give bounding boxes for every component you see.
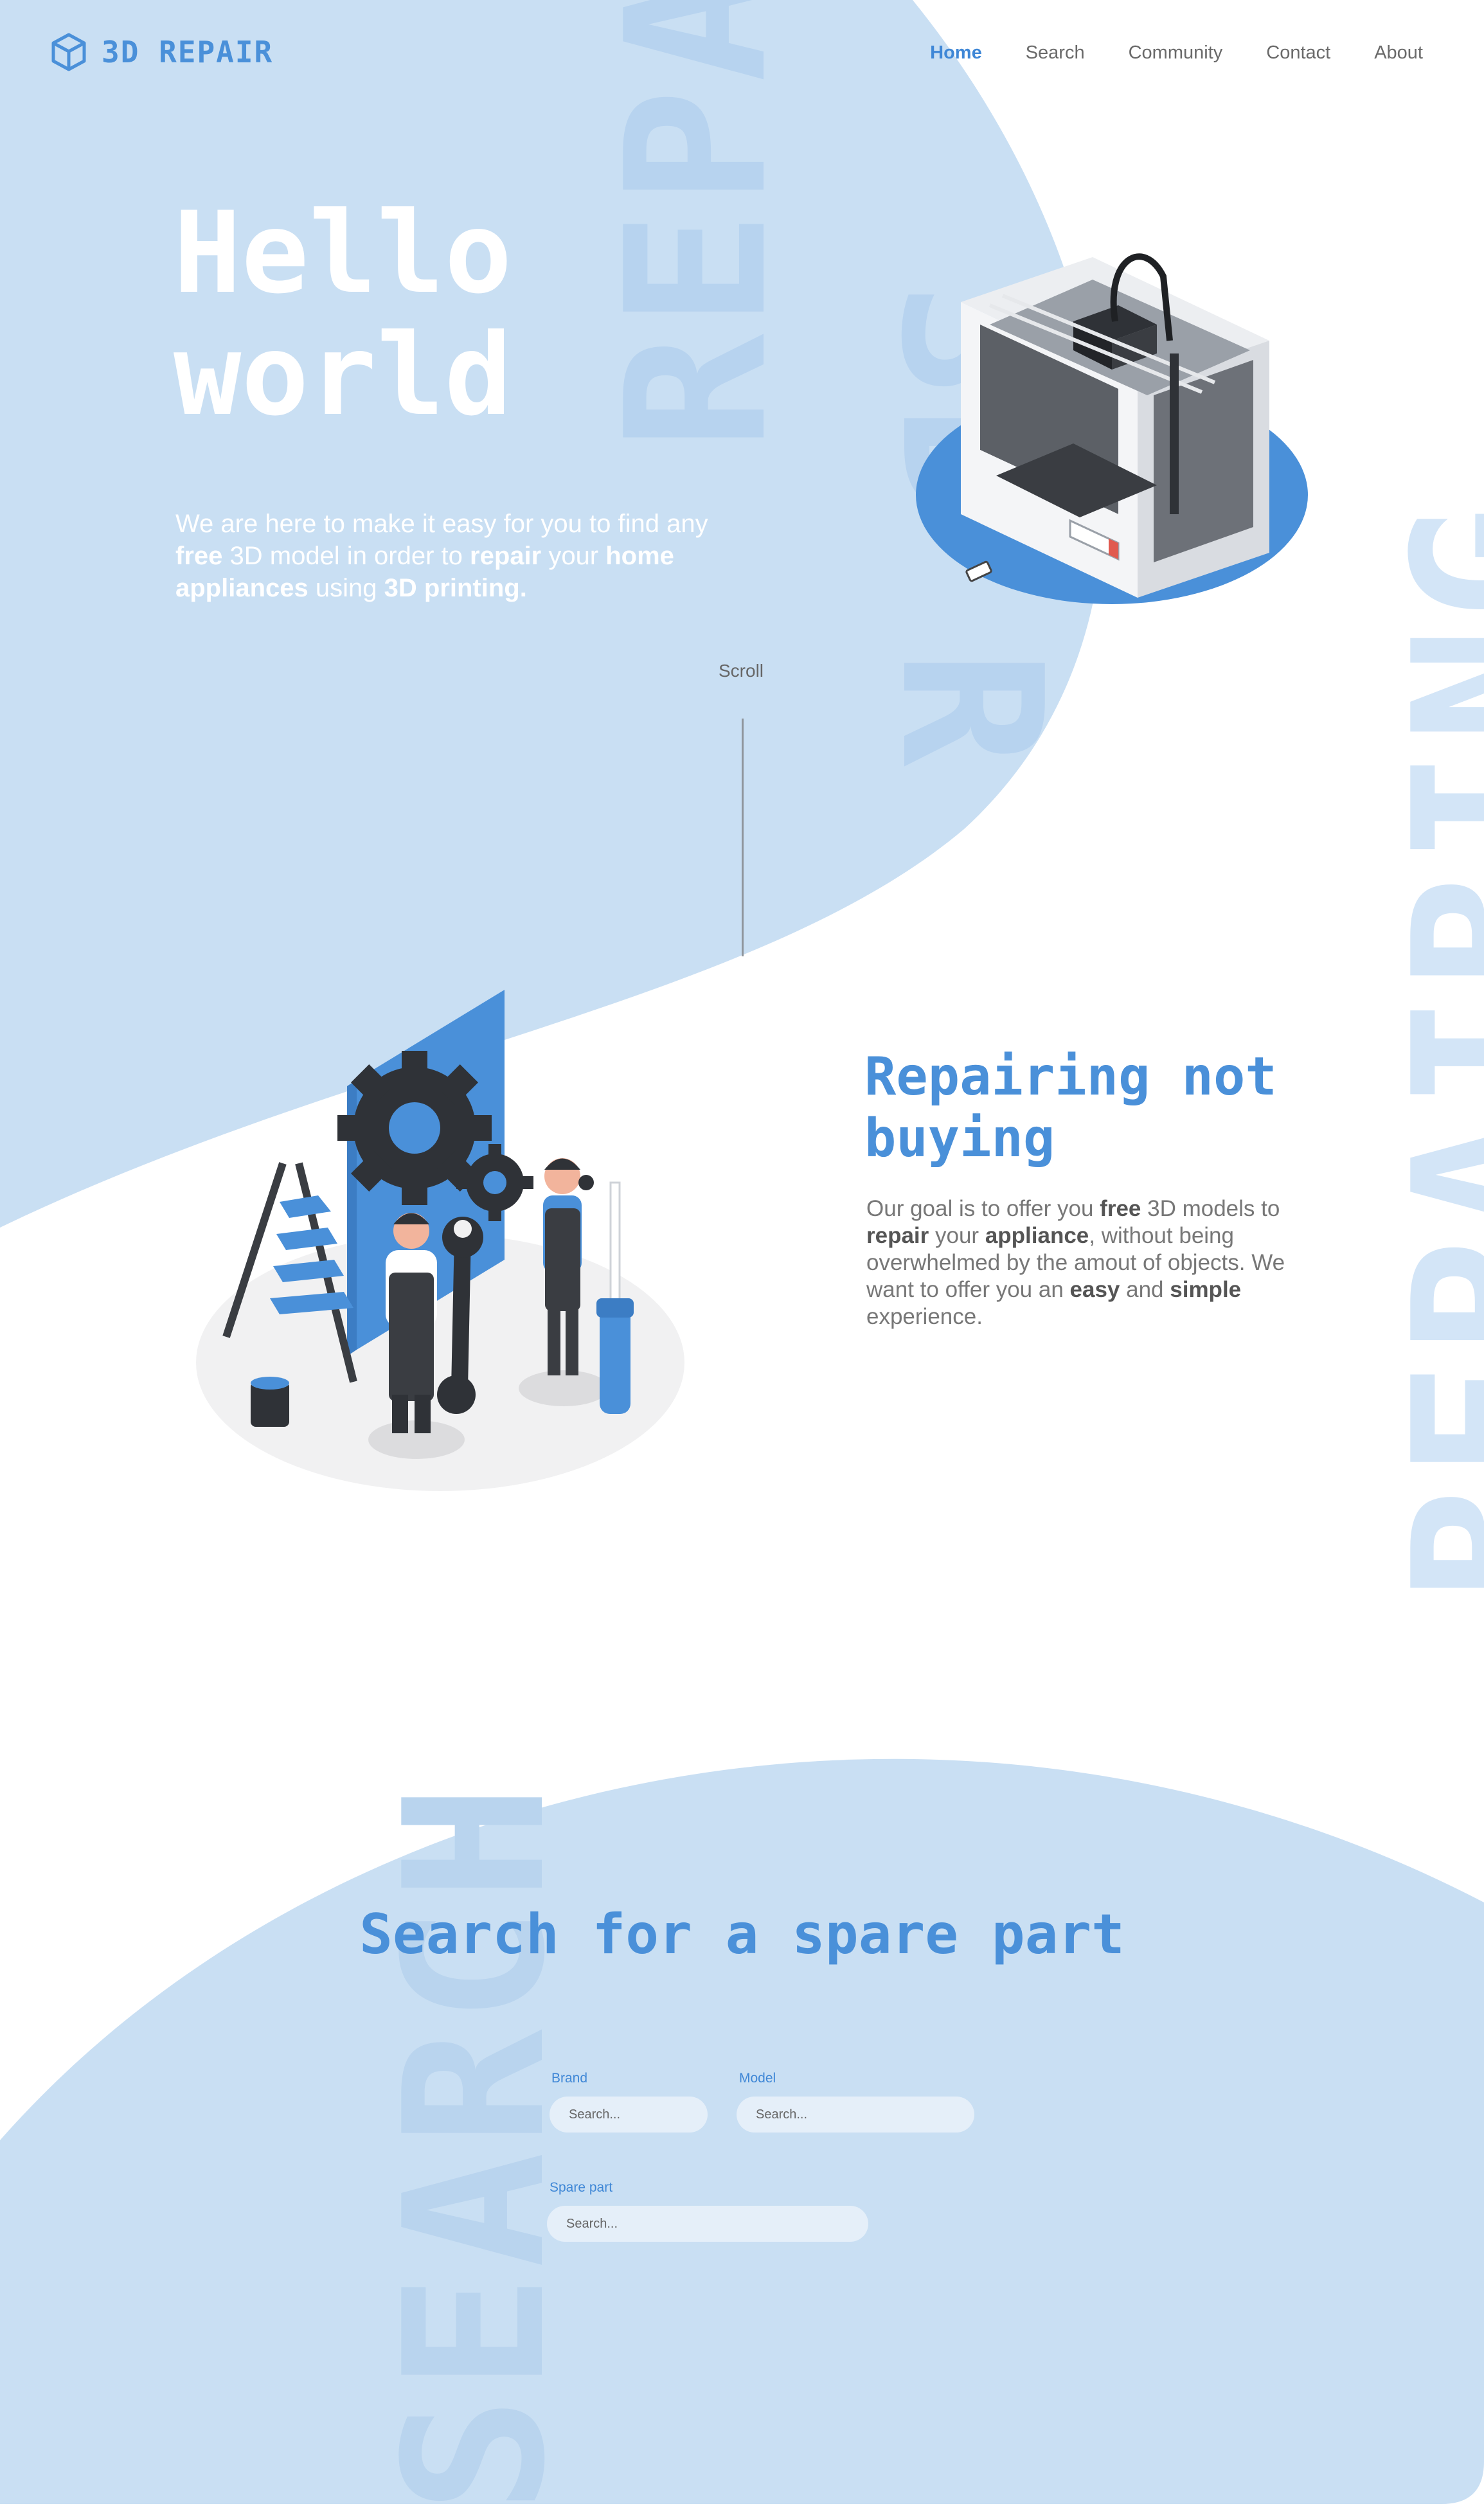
brand-label: Brand xyxy=(551,2071,588,2086)
hero-text-bold: 3D printing. xyxy=(384,574,527,602)
nav-search[interactable]: Search xyxy=(1026,42,1085,64)
cube-icon xyxy=(51,33,86,71)
spare-part-label: Spare part xyxy=(550,2180,613,2195)
repair-workers-illustration xyxy=(196,990,684,1491)
scroll-label[interactable]: Scroll xyxy=(719,661,764,681)
repairing-title-line-2: buying xyxy=(864,1108,1055,1169)
brand-search-input[interactable] xyxy=(550,2097,708,2133)
logo[interactable]: 3D REPAIR xyxy=(50,32,273,72)
nav-about[interactable]: About xyxy=(1374,42,1423,64)
repairing-text: Our goal is to offer you xyxy=(866,1196,1100,1221)
repairing-title: Repairing not buying xyxy=(864,1046,1277,1170)
repairing-text-bold: easy xyxy=(1069,1277,1120,1302)
hero-title: Hello world xyxy=(174,193,512,437)
3d-printer-illustration xyxy=(916,253,1308,604)
watermark-repa: REPA xyxy=(585,0,809,450)
repairing-text-bold: repair xyxy=(866,1223,929,1248)
repairing-text: experience. xyxy=(866,1304,983,1329)
hero-description: We are here to make it easy for you to f… xyxy=(175,508,728,604)
watermark-repairing: REPAIRING xyxy=(1372,497,1484,1600)
nav-contact[interactable]: Contact xyxy=(1266,42,1330,64)
search-title: Search for a spare part xyxy=(359,1902,1125,1967)
hero-text: your xyxy=(541,542,606,570)
repairing-text-bold: simple xyxy=(1170,1277,1242,1302)
logo-text: 3D REPAIR xyxy=(102,35,274,69)
hero-title-line-1: Hello xyxy=(174,188,512,319)
hero-text-bold: repair xyxy=(470,542,542,570)
hero-text-bold: free xyxy=(175,542,223,570)
nav-community[interactable]: Community xyxy=(1129,42,1223,64)
main-nav: Home Search Community Contact About xyxy=(930,42,1423,64)
repairing-title-line-1: Repairing not xyxy=(864,1046,1277,1107)
hero-text: 3D model in order to xyxy=(222,542,470,570)
nav-home[interactable]: Home xyxy=(930,42,982,64)
scroll-indicator-line xyxy=(742,719,744,956)
hero-text: We are here to make it easy for you to f… xyxy=(175,510,708,538)
hero-text: using xyxy=(308,574,384,602)
repairing-text-bold: free xyxy=(1100,1196,1141,1221)
repairing-text: your xyxy=(929,1223,985,1248)
repairing-text: 3D models to xyxy=(1141,1196,1280,1221)
spare-part-search-input[interactable] xyxy=(547,2206,868,2242)
repairing-text-bold: appliance xyxy=(985,1223,1089,1248)
repairing-description: Our goal is to offer you free 3D models … xyxy=(866,1195,1316,1330)
hero-title-line-2: world xyxy=(174,310,512,441)
model-label: Model xyxy=(739,2071,776,2086)
repairing-text: and xyxy=(1120,1277,1170,1302)
watermark-search: SEARCH xyxy=(363,1778,587,2513)
model-search-input[interactable] xyxy=(737,2097,974,2133)
